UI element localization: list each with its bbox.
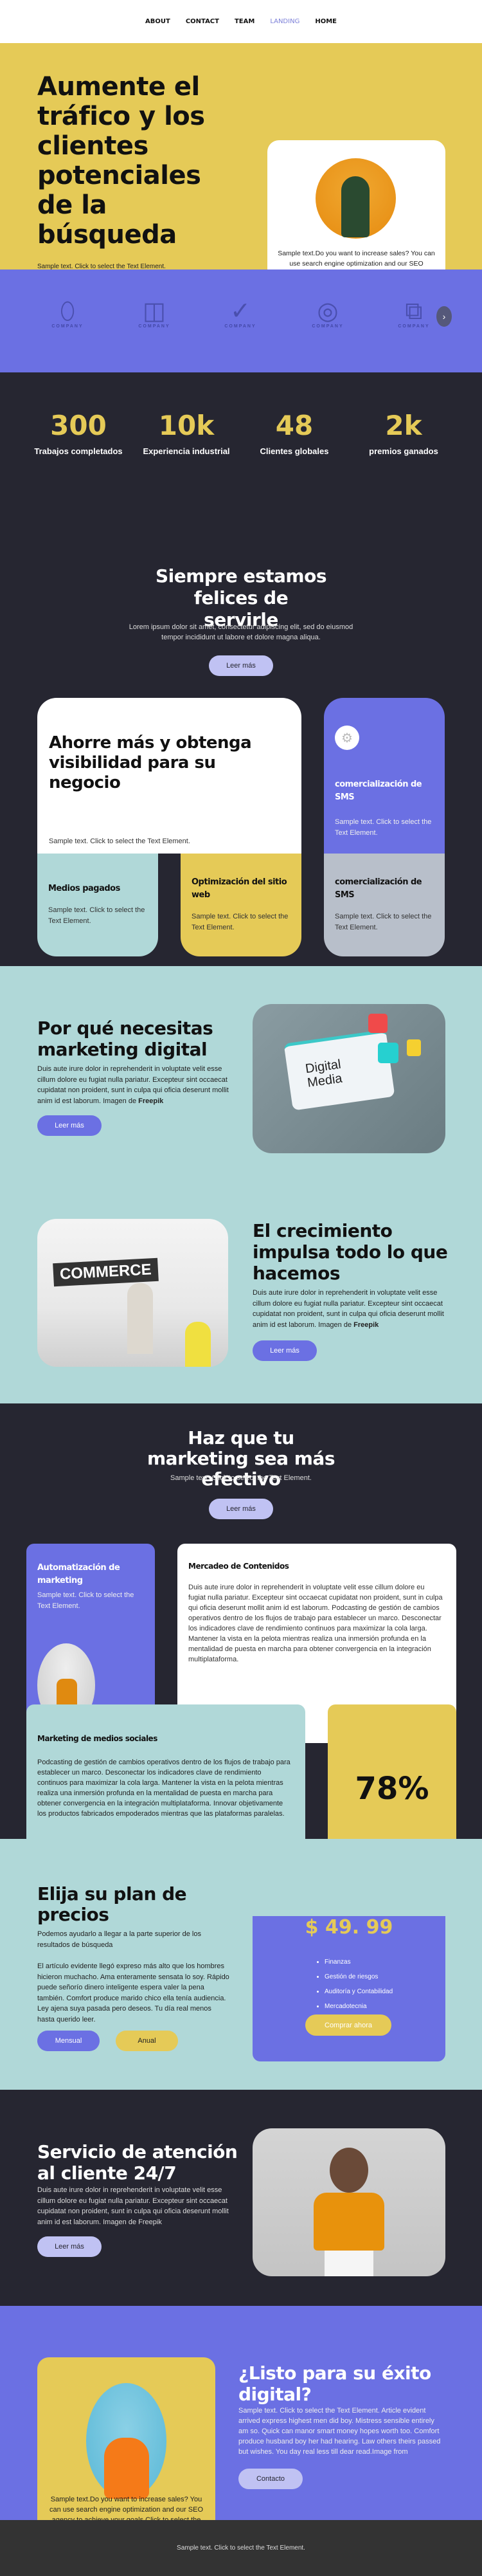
effective-read-more-button[interactable]: Leer más <box>209 1499 273 1519</box>
feature-card-sms-2: ⚙ comercialización de SMS Sample text. C… <box>324 854 445 956</box>
company-logo-5: ⧉ COMPANY <box>388 298 440 329</box>
pricing-text: El artículo evidente llegó expreso más a… <box>37 1962 229 2023</box>
carousel-next-button[interactable]: › <box>436 306 452 327</box>
top-nav: ABOUT CONTACT TEAM LANDING HOME <box>0 0 482 43</box>
feature-main-text: Sample text. Click to select the Text El… <box>49 837 190 845</box>
price-card: $ 49. 99 Finanzas Gestión de riesgos Aud… <box>253 1916 445 2061</box>
company-logo-1: ⬯ COMPANY <box>42 298 93 329</box>
why-title: Por qué necesitas marketing digital <box>37 1018 213 1060</box>
growth-title: El crecimiento impulsa todo lo que hacem… <box>253 1220 448 1284</box>
freepik-link[interactable]: Freepik <box>138 1097 163 1105</box>
support-woman-image <box>253 2128 445 2276</box>
serve-text: Lorem ipsum dolor sit amet, consectetur … <box>129 623 353 641</box>
annual-button[interactable]: Anual <box>116 2031 178 2051</box>
contact-button[interactable]: Contacto <box>238 2469 303 2489</box>
effective-section: Haz que tu marketing sea más efectivo Sa… <box>0 1403 482 1839</box>
features-row: ☆ Medios pagados Sample text. Click to s… <box>0 854 482 966</box>
serve-read-more: Leer más <box>209 655 273 676</box>
nav-home[interactable]: HOME <box>315 18 337 25</box>
digital-media-image: Digital Media <box>253 1004 445 1153</box>
growth-read-more-button[interactable]: Leer más <box>253 1340 317 1361</box>
chevron-right-icon: › <box>442 311 446 322</box>
serve-read-more-button[interactable]: Leer más <box>209 655 273 676</box>
growth-section: COMMERCE El crecimiento impulsa todo lo … <box>0 1194 482 1403</box>
social-card: Marketing de medios sociales Podcasting … <box>26 1704 305 1839</box>
pricing-lead: Podemos ayudarlo a llegar a la parte sup… <box>37 1930 201 1949</box>
hero-avatar <box>316 158 396 239</box>
feature-main-card: Ahorre más y obtenga visibilidad para su… <box>37 698 301 854</box>
effective-text: Sample text. Click to select the Text El… <box>170 1474 312 1482</box>
buy-now-button[interactable]: Comprar ahora <box>305 2014 391 2036</box>
why-text: Duis aute irure dolor in reprehenderit i… <box>37 1065 229 1105</box>
company-logo-check-icon: ✓ <box>230 298 251 325</box>
company-logo-rings-icon: ◎ <box>317 298 339 325</box>
stat-item: 300 Trabajos completados <box>34 410 123 456</box>
company-logo-3: ✓ COMPANY <box>215 298 266 329</box>
hero-section: Aumente el tráfico y los clientes potenc… <box>0 43 482 269</box>
serve-title: Siempre estamos felices de servirle <box>155 565 327 630</box>
why-section: Por qué necesitas marketing digital Duis… <box>0 966 482 1194</box>
freepik-link[interactable]: Freepik <box>353 1321 379 1329</box>
hero-title: Aumente el tráfico y los clientes potenc… <box>37 72 205 250</box>
company-logo-blocks-icon: ⧉ <box>405 298 423 325</box>
support-title: Servicio de atención al cliente 24/7 <box>37 2141 238 2184</box>
serve-section: Siempre estamos felices de servirle Lore… <box>0 533 482 854</box>
nav-team[interactable]: TEAM <box>235 18 254 25</box>
nav-landing[interactable]: LANDING <box>270 18 299 25</box>
stat-item: 10k Experiencia industrial <box>143 410 230 456</box>
monthly-button[interactable]: Mensual <box>37 2031 100 2051</box>
hero-subtitle: Sample text. Click to select the Text El… <box>37 263 166 269</box>
teamwork-image: COMMERCE <box>37 1219 228 1367</box>
hero-card-text: Sample text.Do you want to increase sale… <box>278 250 435 268</box>
company-logo-2: ◫ COMPANY <box>129 298 180 329</box>
footer-text: Sample text. Click to select the Text El… <box>177 2544 305 2552</box>
pricing-title: Elija su plan de precios <box>37 1883 187 1925</box>
cta-card-text: Sample text.Do you want to increase sale… <box>49 2496 204 2520</box>
why-read-more-button[interactable]: Leer más <box>37 1115 102 1136</box>
price-value: $ 49. 99 <box>305 1916 393 1939</box>
cta-avatar <box>86 2383 166 2499</box>
logo-strip: ⬯ COMPANY ◫ COMPANY ✓ COMPANY ◎ COMPANY ⧉ COM… <box>0 269 482 372</box>
price-features: Finanzas Gestión de riesgos Auditoría y … <box>325 1955 393 2014</box>
feature-card-web-optimization: 💡 Optimización del sitio web Sample text… <box>181 854 301 956</box>
feature-card-sms: ⚙ comercialización de SMS Sample text. C… <box>324 698 445 854</box>
support-read-more-button[interactable]: Leer más <box>37 2236 102 2257</box>
stats-section: 300 Trabajos completados 10k Experiencia i… <box>0 372 482 533</box>
stat-item: 48 Clientes globales <box>260 410 329 456</box>
percent-value: 78% <box>355 1771 429 1807</box>
feature-main-title: Ahorre más y obtenga visibilidad para su… <box>49 733 252 792</box>
stat-item: 2k premios ganados <box>369 410 438 456</box>
nav-contact[interactable]: CONTACT <box>186 18 219 25</box>
company-logo-o-icon: ⬯ <box>60 298 75 325</box>
percent-card: 78% <box>328 1704 456 1839</box>
cta-text: Sample text. Click to select the Text El… <box>238 2407 441 2456</box>
feature-card-paid-media: ☆ Medios pagados Sample text. Click to s… <box>37 854 158 956</box>
cta-title: ¿Listo para su éxito digital? <box>238 2362 431 2405</box>
cta-card: Sample text.Do you want to increase sale… <box>37 2357 215 2520</box>
nav-about[interactable]: ABOUT <box>145 18 170 25</box>
support-text: Duis aute irure dolor in reprehenderit i… <box>37 2186 229 2226</box>
footer: Sample text. Click to select the Text El… <box>0 2520 482 2576</box>
growth-text: Duis aute irure dolor in reprehenderit i… <box>253 1289 444 1329</box>
support-section: Servicio de atención al cliente 24/7 Dui… <box>0 2090 482 2306</box>
cta-section: Sample text.Do you want to increase sale… <box>0 2306 482 2520</box>
gear-icon: ⚙ <box>335 726 359 750</box>
pricing-section: Elija su plan de precios Podemos ayudarl… <box>0 1839 482 2090</box>
company-logo-4: ◎ COMPANY <box>302 298 353 329</box>
hero-card: Sample text.Do you want to increase sale… <box>267 140 445 269</box>
company-logo-book-icon: ◫ <box>143 298 166 325</box>
